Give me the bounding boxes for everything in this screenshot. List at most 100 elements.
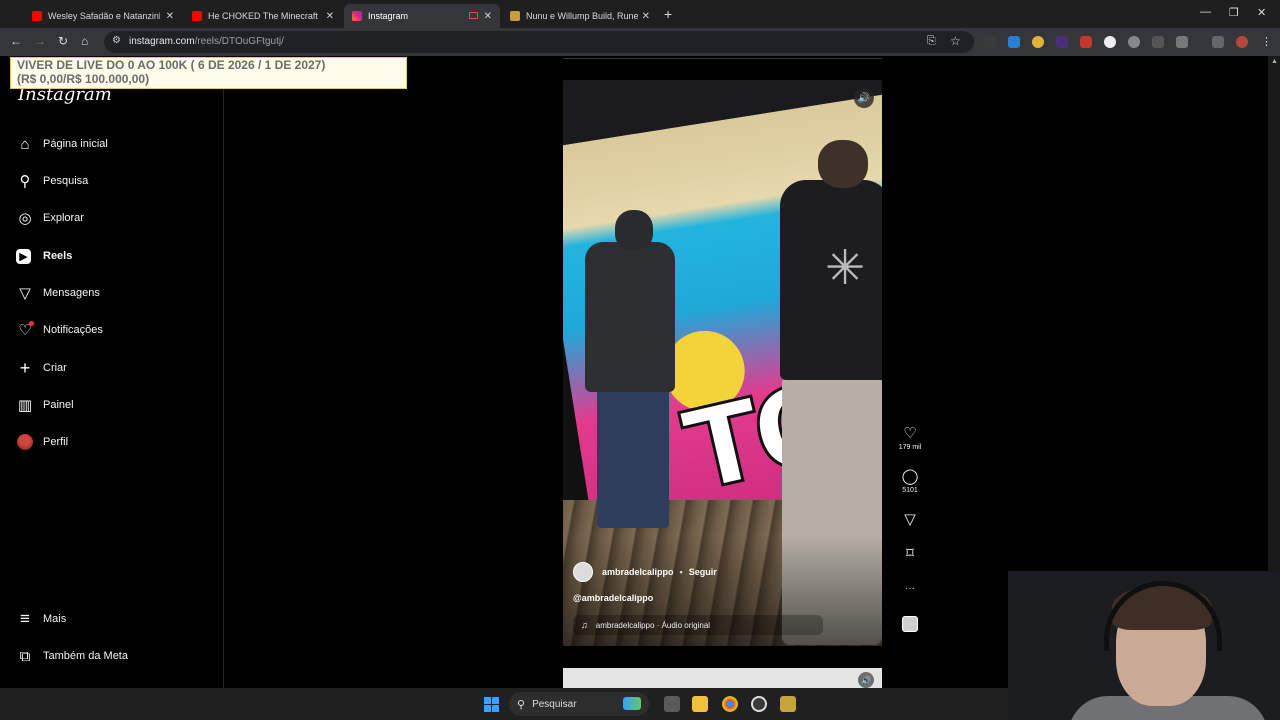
reel-caption[interactable]: @ambradelcalippo [573, 593, 653, 603]
sidebar-item-explore[interactable]: ◎ Explorar [16, 204, 84, 232]
next-reel-preview[interactable]: 🔊 [563, 668, 882, 688]
comment-button[interactable]: ◯ 5101 [894, 469, 926, 495]
search-icon: ⚲ [517, 698, 526, 711]
more-options-button[interactable]: ··· [894, 581, 926, 597]
sidebar-item-home[interactable]: ⌂ Página inicial [16, 130, 107, 158]
minimize-window-icon[interactable]: — [1200, 6, 1211, 18]
extension-icon[interactable] [1128, 36, 1140, 48]
menu-icon: ≡ [20, 609, 30, 628]
address-url: instagram.com/reels/DTOuGFtgutj/ [129, 36, 284, 47]
browser-menu-icon[interactable]: ⋮ [1261, 35, 1272, 48]
close-tab-icon[interactable]: ✕ [166, 11, 174, 22]
browser-tab-youtube-2[interactable]: He CHOKED The Minecraft Wo ✕ [184, 4, 342, 28]
sidebar-item-profile[interactable]: Perfil [16, 428, 68, 456]
plus-icon: + [19, 357, 31, 378]
bookmark-star-icon[interactable]: ☆ [950, 34, 961, 48]
sidebar: Instagram ⌂ Página inicial ⚲ Pesquisa ◎ … [0, 56, 224, 688]
home-icon: ⌂ [20, 135, 30, 153]
file-explorer-icon[interactable] [692, 696, 708, 712]
chrome-icon[interactable] [722, 696, 738, 712]
audio-thumbnail[interactable] [902, 616, 918, 632]
sidebar-item-label: Também da Meta [43, 650, 128, 662]
webcam-overlay [1008, 571, 1280, 720]
browser-tab-youtube-1[interactable]: Wesley Safadão e Natanzinho L ✕ [24, 4, 182, 28]
sidebar-item-label: Explorar [43, 212, 84, 224]
reel-audio[interactable]: ♫ ambradelcalippo · Áudio original [573, 615, 823, 635]
sidebar-item-create[interactable]: + Criar [16, 354, 67, 382]
youtube-favicon-icon [192, 11, 202, 21]
person-right-head [818, 140, 868, 188]
sidebar-item-label: Pesquisa [43, 175, 89, 187]
new-tab-button[interactable]: + [664, 6, 672, 22]
sidebar-item-also-from-meta[interactable]: ⧉ Também da Meta [16, 642, 128, 670]
like-button[interactable]: ♡ 179 mil [894, 426, 926, 452]
site-info-icon[interactable]: ⚙ [112, 35, 121, 46]
obs-icon[interactable] [751, 696, 767, 712]
sidebar-item-label: Mensagens [43, 287, 100, 299]
restore-window-icon[interactable]: ❐ [1229, 6, 1239, 19]
home-icon[interactable]: ⌂ [81, 34, 88, 48]
extension-icon[interactable] [1080, 36, 1092, 48]
media-control-icon[interactable] [1212, 36, 1224, 48]
back-arrow-icon[interactable]: ← [10, 34, 22, 48]
tab-title: Instagram [368, 11, 409, 21]
browser-tab-instagram[interactable]: Instagram ✕ [344, 4, 500, 28]
compass-icon: ◎ [18, 210, 32, 227]
meta-apps-icon: ⧉ [19, 647, 31, 665]
hoodie-logo-icon: ✳ [825, 242, 866, 295]
extension-icon[interactable] [1056, 36, 1068, 48]
send-icon: ▽ [19, 285, 31, 302]
address-bar[interactable]: ⚙ instagram.com/reels/DTOuGFtgutj/ ⎘ ☆ [104, 31, 974, 53]
close-tab-icon[interactable]: ✕ [484, 11, 492, 22]
close-tab-icon[interactable]: ✕ [642, 11, 650, 22]
author-avatar[interactable] [573, 562, 593, 582]
install-app-icon[interactable]: ⎘ [927, 35, 936, 48]
sidebar-item-messages[interactable]: ▽ Mensagens [16, 279, 100, 307]
more-dots-icon: ··· [905, 583, 915, 594]
close-tab-icon[interactable]: ✕ [326, 11, 334, 22]
author-username[interactable]: ambradelcalippo [602, 567, 674, 577]
windows-start-icon[interactable] [484, 697, 499, 712]
extension-icon[interactable] [1032, 36, 1044, 48]
volume-icon[interactable]: 🔊 [854, 88, 874, 108]
avatar [17, 434, 33, 450]
person-left-jacket [585, 242, 675, 392]
reel-video[interactable]: TO ✳ 🔊 ambradelcalippo • Seguir @ambrade… [563, 80, 882, 646]
youtube-favicon-icon [32, 11, 42, 21]
start-tile [484, 705, 491, 712]
notification-dot [29, 321, 34, 326]
close-window-icon[interactable]: ✕ [1257, 6, 1266, 19]
sidebar-item-dashboard[interactable]: ▥ Painel [16, 391, 74, 419]
extension-icon[interactable] [1008, 36, 1020, 48]
sidebar-item-more[interactable]: ≡ Mais [16, 605, 66, 633]
sidebar-item-notifications[interactable]: ♡ Notificações [16, 316, 103, 344]
task-view-icon[interactable] [664, 696, 680, 712]
person-left-legs [597, 388, 669, 528]
volume-icon[interactable]: 🔊 [858, 672, 874, 688]
taskbar-search[interactable]: ⚲ Pesquisar [509, 692, 649, 716]
stream-goal-banner: VIVER DE LIVE DO 0 AO 100K ( 6 DE 2026 /… [10, 57, 407, 89]
extension-icon[interactable] [1104, 36, 1116, 48]
forward-arrow-icon[interactable]: → [34, 34, 46, 48]
extension-icon[interactable] [984, 36, 996, 48]
banner-progress: (R$ 0,00/R$ 100.000,00) [17, 72, 150, 86]
sidebar-item-label: Criar [43, 362, 67, 374]
taskbar-search-placeholder: Pesquisar [532, 698, 577, 710]
save-button[interactable]: ⌑ [894, 546, 926, 562]
audio-label: ambradelcalippo · Áudio original [595, 620, 711, 630]
browser-tab-league[interactable]: Nunu e Willump Build, Runes & ✕ [502, 4, 658, 28]
profile-avatar-icon[interactable] [1236, 36, 1248, 48]
scroll-up-arrow-icon[interactable]: ▲ [1271, 58, 1278, 65]
sidebar-item-search[interactable]: ⚲ Pesquisa [16, 167, 89, 195]
extensions-puzzle-icon[interactable] [1176, 36, 1188, 48]
share-button[interactable]: ▽ [894, 512, 926, 528]
follow-button[interactable]: Seguir [689, 567, 717, 577]
sidebar-item-reels[interactable]: ▶ Reels [16, 242, 72, 270]
sidebar-item-label: Painel [43, 399, 74, 411]
extension-icon[interactable] [1152, 36, 1164, 48]
app-icon[interactable] [780, 696, 796, 712]
comment-count: 5101 [902, 487, 918, 494]
reload-icon[interactable]: ↻ [58, 34, 68, 48]
sidebar-item-label: Mais [43, 613, 67, 625]
recording-indicator-icon [469, 12, 478, 19]
